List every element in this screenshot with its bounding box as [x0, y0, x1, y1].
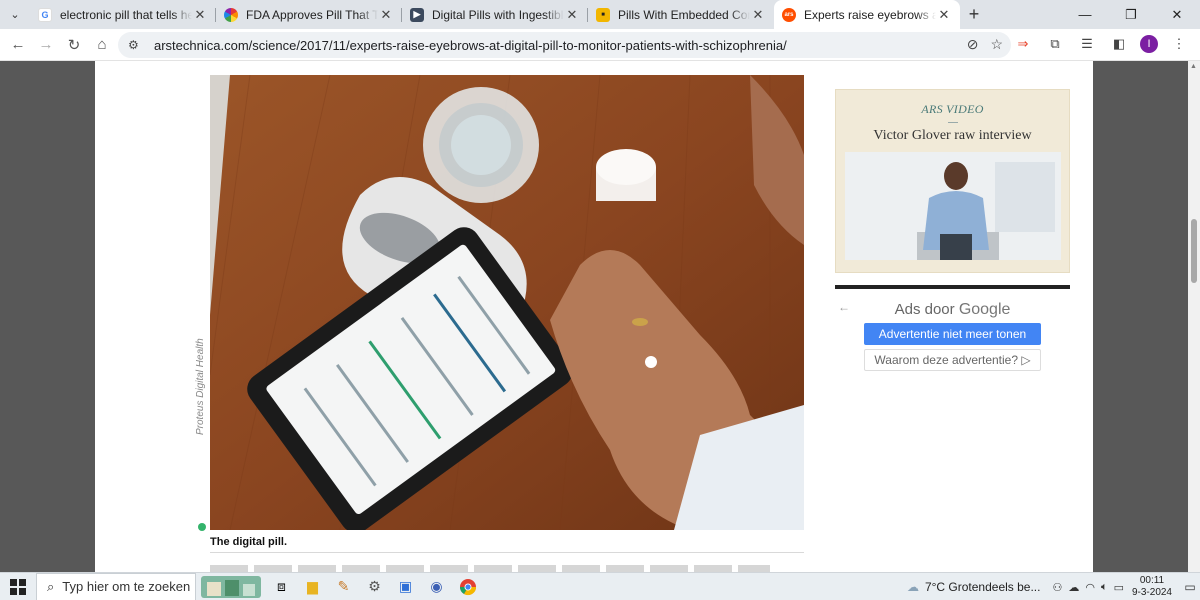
side-panel-icon[interactable]: ◧ [1108, 33, 1130, 55]
windows-start-icon[interactable] [0, 573, 36, 600]
close-icon[interactable]: ✕ [936, 7, 952, 23]
close-window-icon[interactable]: ✕ [1154, 0, 1200, 29]
profile-avatar[interactable]: I [1140, 35, 1158, 53]
clock-time: 00:11 [1139, 575, 1165, 586]
tab-title: FDA Approves Pill That Tracks W [246, 7, 378, 22]
tab-title: electronic pill that tells health c [60, 7, 192, 22]
search-icon: ⌕ [47, 578, 55, 594]
close-icon[interactable]: ✕ [564, 7, 580, 23]
tab-strip: ⌄ G electronic pill that tells health c … [0, 0, 1200, 29]
notification-icon[interactable]: ▭ [1180, 573, 1200, 600]
article-body-text-partial [210, 565, 770, 572]
google-wordmark: Google [958, 301, 1011, 318]
tab-3[interactable]: ■ Pills With Embedded Computer ✕ [588, 0, 774, 29]
sidebar-divider [835, 285, 1070, 289]
scroll-up-icon[interactable]: ▲ [1190, 63, 1197, 70]
article-hero-image [210, 75, 804, 530]
taskbar-clock[interactable]: 00:11 9-3-2024 [1132, 575, 1172, 599]
tab-search-chevron-icon[interactable]: ⌄ [0, 0, 30, 29]
arrow-logo-icon: ▶ [410, 7, 424, 22]
why-this-ad-button[interactable]: Waarom deze advertentie? ▷ [864, 349, 1041, 371]
windows-taskbar: ⌕ Typ hier om te zoeken ⧈ ▆ ✎ ⚙ ▣ ◉ ☁ 7°… [0, 572, 1200, 600]
tab-title: Pills With Embedded Computer [618, 7, 750, 22]
digital-pill-photo [210, 75, 804, 530]
new-tab-button[interactable]: + [960, 4, 988, 25]
tab-title: Experts raise eyebrows at digita [804, 7, 936, 22]
caption-divider [210, 552, 804, 553]
minimize-icon[interactable]: — [1062, 0, 1108, 29]
settings-gear-icon[interactable]: ⚙ [359, 573, 390, 600]
window-controls: — ❐ ✕ [1062, 0, 1200, 29]
reading-list-icon[interactable]: ☰ [1076, 33, 1098, 55]
onedrive-icon[interactable]: ☁ [1068, 581, 1079, 594]
ars-video-widget[interactable]: ARS VIDEO Victor Glover raw interview [835, 89, 1070, 273]
close-icon[interactable]: ✕ [750, 7, 766, 23]
close-icon[interactable]: ✕ [378, 7, 394, 23]
article-page: Proteus Digital Health The digital pill.… [95, 61, 1093, 572]
weather-text: 7°C Grotendeels be... [924, 580, 1041, 594]
clock-date: 9-3-2024 [1131, 587, 1172, 598]
paint-icon[interactable]: ✎ [328, 573, 359, 600]
ads-by-google-label: Ads door Google [835, 301, 1070, 319]
cloudy-weather-icon: ☁ [906, 580, 919, 594]
extensions-puzzle-icon[interactable]: ⧉ [1044, 33, 1066, 55]
video-kicker: ARS VIDEO [921, 102, 984, 116]
restore-icon[interactable]: ❐ [1108, 0, 1154, 29]
taskbar-search-placeholder: Typ hier om te zoeken [62, 579, 191, 594]
ars-icon: ars [782, 7, 796, 22]
reload-icon[interactable]: ↻ [60, 31, 88, 59]
network-icon[interactable]: ◠ [1085, 581, 1095, 594]
scrollbar-thumb[interactable] [1191, 219, 1197, 283]
why-this-ad-label: Waarom deze advertentie? [874, 353, 1019, 367]
weather-widget[interactable]: ☁ 7°C Grotendeels be... [907, 580, 1041, 594]
browser-toolbar: ← → ↻ ⌂ ⚙ arstechnica.com/science/2017/1… [0, 29, 1200, 61]
google-ad-panel: ← Ads door Google Advertentie niet meer … [835, 297, 1070, 572]
app-globe-icon[interactable]: ◉ [421, 573, 452, 600]
tab-0[interactable]: G electronic pill that tells health c ✕ [30, 0, 216, 29]
file-explorer-icon[interactable]: ▆ [297, 573, 328, 600]
headline-logo-icon: ■ [596, 7, 610, 22]
tab-2[interactable]: ▶ Digital Pills with Ingestible Sens ✕ [402, 0, 588, 29]
video-title[interactable]: Victor Glover raw interview [836, 128, 1069, 144]
tracking-protection-icon[interactable]: ⊘ [967, 36, 979, 53]
close-icon[interactable]: ✕ [192, 7, 208, 23]
tab-4-active[interactable]: ars Experts raise eyebrows at digita ✕ [774, 0, 960, 29]
tab-1[interactable]: FDA Approves Pill That Tracks W ✕ [216, 0, 402, 29]
address-bar[interactable]: ⚙ arstechnica.com/science/2017/11/expert… [118, 32, 1011, 58]
ad-title-prefix: Ads door [894, 301, 959, 318]
nbc-icon [224, 7, 238, 22]
hide-ad-button[interactable]: Advertentie niet meer tonen [864, 323, 1041, 345]
image-caption: The digital pill. [210, 536, 287, 548]
interview-thumbnail-image [845, 152, 1061, 260]
adchoices-icon: ▷ [1021, 353, 1031, 367]
video-thumbnail[interactable] [845, 152, 1061, 260]
task-view-icon[interactable]: ⧈ [266, 573, 297, 600]
forward-icon[interactable]: → [32, 31, 60, 59]
photos-icon[interactable]: ▣ [390, 573, 421, 600]
credit-info-icon[interactable] [198, 523, 206, 531]
kicker-divider [947, 122, 958, 123]
site-info-icon[interactable]: ⚙ [128, 38, 146, 52]
back-icon[interactable]: ← [4, 31, 32, 59]
language-indicator[interactable]: ▭ [1114, 581, 1124, 594]
people-icon[interactable]: ⚇ [1052, 581, 1062, 594]
taskbar-search-box[interactable]: ⌕ Typ hier om te zoeken [36, 572, 196, 600]
search-highlight-icon[interactable] [196, 573, 266, 600]
image-credit: Proteus Digital Health [195, 338, 206, 435]
google-icon: G [38, 7, 52, 22]
speaker-icon[interactable]: 🔈︎ [1101, 581, 1108, 594]
extension-arrow-icon[interactable]: ⇒ [1012, 33, 1034, 55]
url-text[interactable]: arstechnica.com/science/2017/11/experts-… [154, 38, 787, 53]
menu-kebab-icon[interactable]: ⋮ [1168, 33, 1190, 55]
chrome-icon[interactable] [452, 573, 483, 600]
vertical-scrollbar[interactable]: ▲ [1188, 61, 1200, 572]
system-tray: ⚇ ☁ ◠ 🔈︎ ▭ [1052, 581, 1124, 594]
bookmark-star-icon[interactable]: ☆ [990, 36, 1003, 53]
page-viewport: Proteus Digital Health The digital pill.… [0, 61, 1200, 572]
tab-title: Digital Pills with Ingestible Sens [432, 7, 564, 22]
home-icon[interactable]: ⌂ [88, 31, 116, 59]
